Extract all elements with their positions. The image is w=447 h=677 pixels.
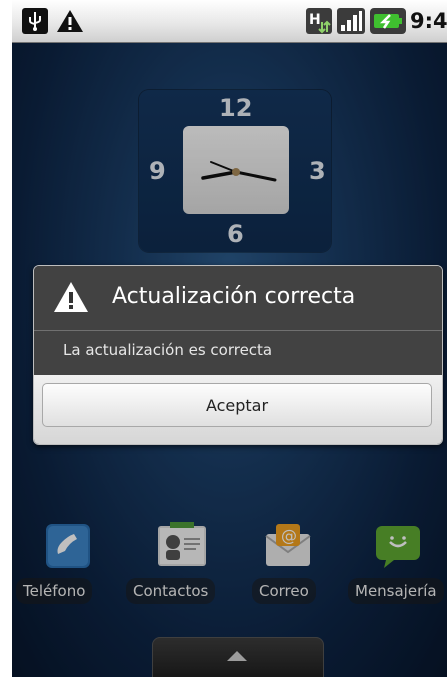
home-screen: H 9:46 12 3 6 [12, 0, 447, 677]
dialog-title: Actualización correcta [112, 284, 356, 309]
dialog-header: Actualización correcta [34, 266, 442, 331]
warning-icon [56, 8, 84, 38]
warning-icon [52, 280, 90, 318]
data-transfer-icon: H [306, 8, 332, 38]
accept-button[interactable]: Aceptar [42, 383, 432, 427]
battery-charging-icon [370, 8, 406, 38]
dialog-message: La actualización es correcta [63, 341, 273, 359]
status-time: 9:46 [410, 9, 447, 33]
dialog-body: La actualización es correcta [34, 331, 442, 375]
svg-text:H: H [309, 12, 321, 28]
usb-icon [22, 8, 48, 38]
update-dialog: Actualización correcta La actualización … [33, 265, 443, 445]
status-bar: H 9:46 [12, 0, 447, 43]
signal-icon [337, 8, 365, 38]
dialog-footer: Aceptar [34, 375, 442, 444]
